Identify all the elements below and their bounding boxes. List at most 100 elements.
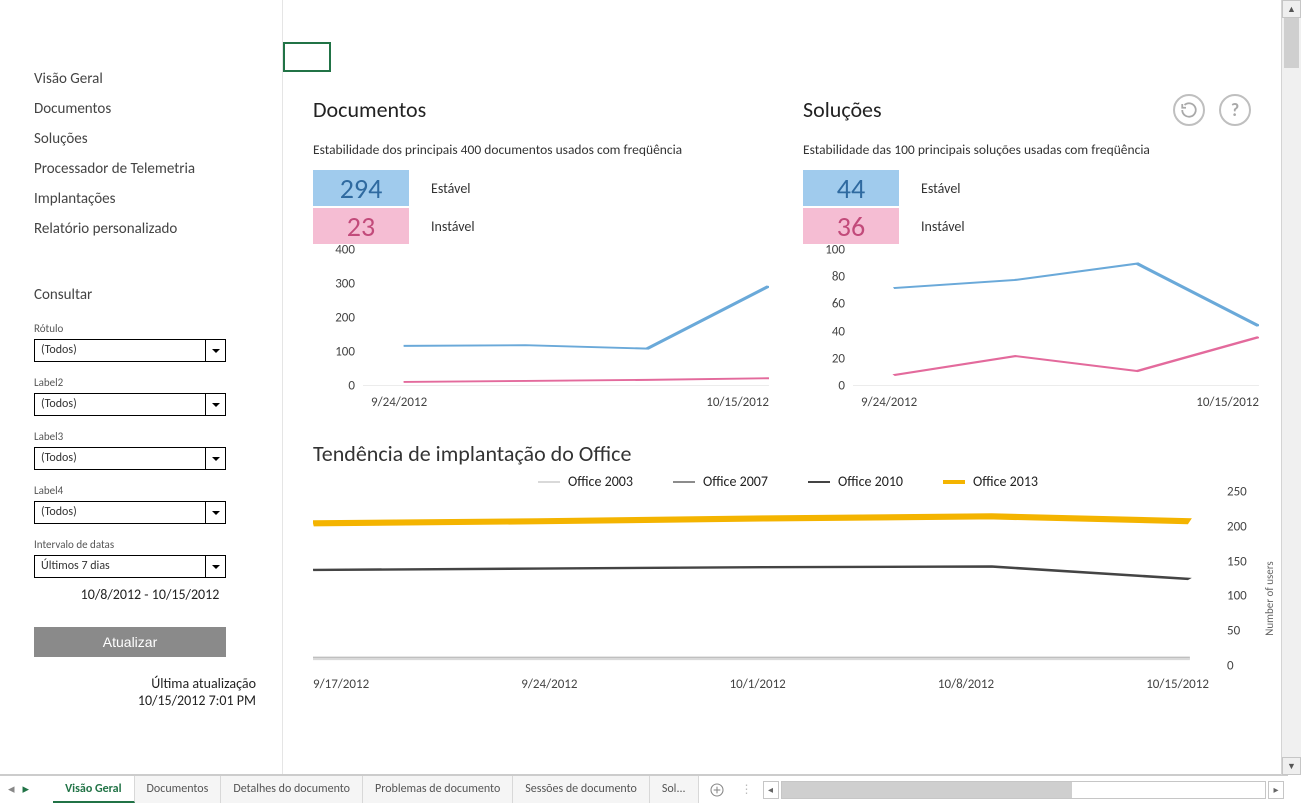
ytick: 0: [348, 379, 355, 394]
consult-heading: Consultar: [34, 286, 268, 304]
ytick: 20: [832, 351, 845, 366]
nav-item-custom-report[interactable]: Relatório personalizado: [34, 214, 268, 244]
scroll-up-icon[interactable]: ▲: [1282, 0, 1301, 18]
cell-selection[interactable]: [283, 42, 331, 72]
filter-select-daterange[interactable]: Últimos 7 dias: [34, 555, 226, 578]
ytick: 0: [838, 379, 845, 394]
filter-value: (Todos): [41, 451, 77, 465]
ytick: 0: [1227, 659, 1234, 674]
ytick: 150: [1227, 554, 1247, 569]
horizontal-scrollbar[interactable]: ◂ ▸: [759, 776, 1288, 803]
documents-chart: 400 300 200 100 0 9/24/2012 10/15/2012: [313, 250, 773, 410]
documents-panel: Documentos Estabilidade dos principais 4…: [313, 96, 773, 410]
filter-label-daterange: Intervalo de datas: [34, 538, 268, 551]
filter-label-rotulo: Rótulo: [34, 322, 268, 335]
tab-documents[interactable]: Documentos: [135, 776, 222, 803]
chevron-down-icon: [205, 448, 225, 469]
filter-label-label2: Label2: [34, 376, 268, 389]
scroll-left-icon[interactable]: ◂: [763, 781, 779, 799]
xtick: 10/15/2012: [706, 395, 769, 410]
help-icon[interactable]: ?: [1219, 94, 1251, 126]
tab-nav: ◂ ▸: [0, 776, 53, 803]
sheet-tab-bar: ◂ ▸ Visão Geral Documentos Detalhes do d…: [0, 775, 1288, 803]
nav-item-documents[interactable]: Documentos: [34, 94, 268, 124]
main-panel: ? Documentos Estabilidade dos principais…: [283, 0, 1281, 774]
tab-doc-details[interactable]: Detalhes do documento: [221, 776, 363, 803]
sidebar: Visão Geral Documentos Soluções Processa…: [0, 0, 283, 774]
filter-select-label4[interactable]: (Todos): [34, 501, 226, 524]
scroll-down-icon[interactable]: ▼: [1282, 757, 1301, 775]
nav-item-telemetry[interactable]: Processador de Telemetria: [34, 154, 268, 184]
tab-overview[interactable]: Visão Geral: [53, 776, 134, 803]
ytick: 100: [335, 345, 355, 360]
xtick: 10/8/2012: [938, 677, 994, 692]
deploy-chart: 250 200 150 100 50 0 Number of users 9/1…: [313, 492, 1263, 692]
documents-subtitle: Estabilidade dos principais 400 document…: [313, 141, 773, 158]
filter-label-label3: Label3: [34, 430, 268, 443]
documents-stable-label: Estável: [431, 180, 471, 197]
hscroll-thumb[interactable]: [782, 782, 1072, 798]
legend-label: Office 2007: [703, 473, 768, 490]
documents-title: Documentos: [313, 96, 773, 123]
ytick: 80: [832, 270, 845, 285]
legend-label: Office 2003: [568, 473, 633, 490]
ytick: 40: [832, 324, 845, 339]
scroll-thumb[interactable]: [1284, 18, 1299, 68]
ytick: 200: [1227, 519, 1247, 534]
tab-doc-sessions[interactable]: Sessões de documento: [513, 776, 650, 803]
refresh-icon[interactable]: [1173, 94, 1205, 126]
xtick: 9/17/2012: [313, 677, 369, 692]
ytick: 200: [335, 311, 355, 326]
legend-label: Office 2010: [838, 473, 903, 490]
add-sheet-icon[interactable]: [699, 776, 735, 803]
filter-value: (Todos): [41, 505, 77, 519]
chevron-down-icon: [205, 556, 225, 577]
nav-list: Visão Geral Documentos Soluções Processa…: [34, 64, 268, 244]
filter-select-rotulo[interactable]: (Todos): [34, 339, 226, 362]
tab-solutions[interactable]: Sol...: [650, 776, 699, 803]
ytick: 100: [825, 243, 845, 258]
chevron-down-icon: [205, 340, 225, 361]
ytick: 250: [1227, 485, 1247, 500]
filter-select-label2[interactable]: (Todos): [34, 393, 226, 416]
documents-stable-count: 294: [313, 170, 409, 206]
xtick: 10/15/2012: [1196, 395, 1259, 410]
tab-next-icon[interactable]: ▸: [23, 782, 30, 797]
filter-select-label3[interactable]: (Todos): [34, 447, 226, 470]
documents-unstable-count: 23: [313, 208, 409, 244]
xtick: 9/24/2012: [861, 395, 917, 410]
xtick: 9/24/2012: [371, 395, 427, 410]
filter-value: (Todos): [41, 397, 77, 411]
deploy-ylabel: Number of users: [1263, 561, 1276, 635]
last-update-value: 10/15/2012 7:01 PM: [34, 692, 256, 709]
last-update-label: Última atualização: [34, 675, 256, 692]
solutions-stable-label: Estável: [921, 180, 961, 197]
filter-value: (Todos): [41, 343, 77, 357]
tab-doc-problems[interactable]: Problemas de documento: [363, 776, 513, 803]
tab-prev-icon[interactable]: ◂: [8, 782, 15, 797]
ytick: 50: [1227, 624, 1240, 639]
xtick: 10/15/2012: [1146, 677, 1209, 692]
scroll-right-icon[interactable]: ▸: [1268, 781, 1284, 799]
filter-label-label4: Label4: [34, 484, 268, 497]
xtick: 9/24/2012: [521, 677, 577, 692]
legend-label: Office 2013: [973, 473, 1038, 490]
update-button[interactable]: Atualizar: [34, 627, 226, 657]
solutions-chart: 100 80 60 40 20 0 9/24/2012 10/15: [803, 250, 1263, 410]
ytick: 300: [335, 277, 355, 292]
solutions-unstable-count: 36: [803, 208, 899, 244]
filter-value: Últimos 7 dias: [41, 559, 110, 573]
solutions-stable-count: 44: [803, 170, 899, 206]
ytick: 100: [1227, 589, 1247, 604]
nav-item-overview[interactable]: Visão Geral: [34, 64, 268, 94]
chevron-down-icon: [205, 502, 225, 523]
scroll-track[interactable]: [1282, 18, 1301, 757]
ytick: 60: [832, 297, 845, 312]
solutions-subtitle: Estabilidade das 100 principais soluções…: [803, 141, 1263, 158]
nav-item-deployments[interactable]: Implantações: [34, 184, 268, 214]
nav-item-solutions[interactable]: Soluções: [34, 124, 268, 154]
vertical-scrollbar[interactable]: ▲ ▼: [1281, 0, 1301, 775]
hscroll-track[interactable]: [781, 781, 1266, 799]
xtick: 10/1/2012: [730, 677, 786, 692]
deploy-title: Tendência de implantação do Office: [313, 440, 1263, 467]
